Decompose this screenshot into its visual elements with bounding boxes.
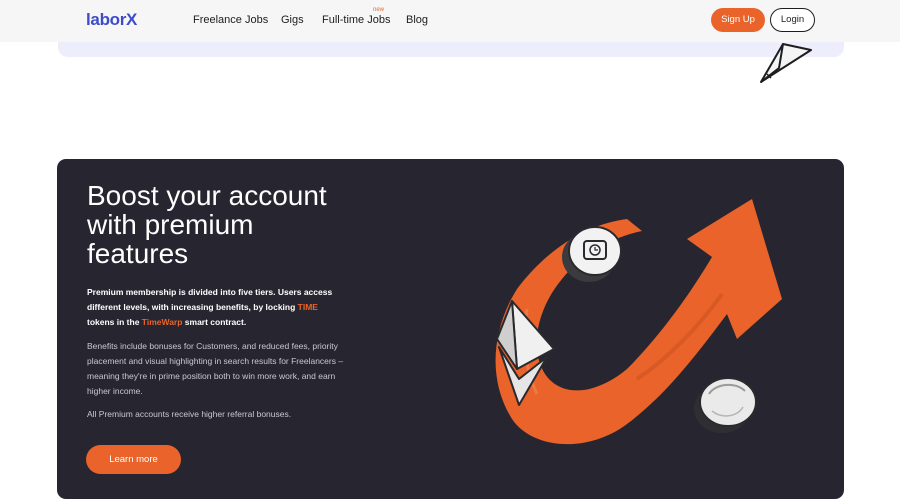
silver-coin-icon <box>694 377 757 433</box>
time-token-link[interactable]: TIME <box>298 302 318 312</box>
premium-title-line: with premium <box>87 209 254 240</box>
top-navbar: laborX Freelance Jobs Gigs Full-time Job… <box>0 0 900 42</box>
login-button[interactable]: Login <box>770 8 815 32</box>
premium-title-line: features <box>87 238 189 269</box>
premium-benefits-text: Benefits include bonuses for Customers, … <box>87 341 344 396</box>
logo[interactable]: laborX <box>86 10 137 30</box>
new-badge: new <box>373 7 385 13</box>
growth-arrow-illustration <box>495 199 782 445</box>
premium-features-card: Boost your account with premium features… <box>57 159 844 499</box>
timewarp-link[interactable]: TimeWarp <box>142 317 183 327</box>
signup-button[interactable]: Sign Up <box>711 8 765 32</box>
clock-coin-icon <box>562 226 622 282</box>
nav-blog[interactable]: Blog <box>406 14 428 26</box>
nav-gigs[interactable]: Gigs <box>281 14 304 26</box>
premium-title-line: Boost your account <box>87 180 327 211</box>
paper-plane-icon <box>760 43 812 83</box>
referral-text: All Premium accounts receive higher refe… <box>87 409 292 419</box>
premium-intro: Premium membership is divided into five … <box>87 287 333 327</box>
premium-title: Boost your account with premium features <box>87 181 417 268</box>
learn-more-button[interactable]: Learn more <box>86 445 181 474</box>
nav-full-time-jobs[interactable]: Full-time Jobs <box>322 14 390 26</box>
nav-freelance-jobs[interactable]: Freelance Jobs <box>193 14 268 26</box>
